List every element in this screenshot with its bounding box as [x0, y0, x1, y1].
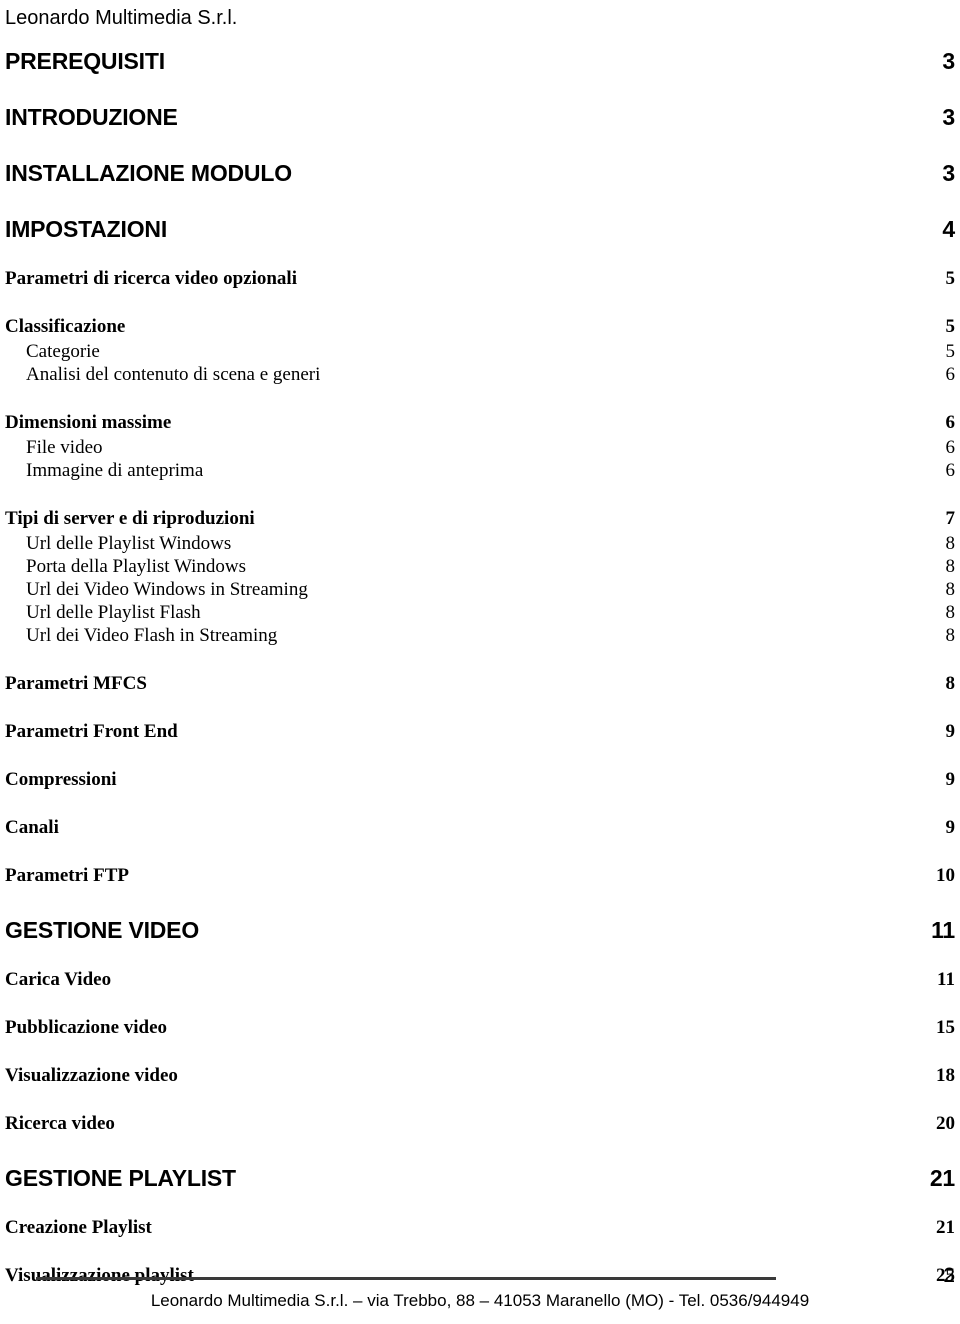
toc-entry-page-number: 8	[945, 556, 956, 577]
toc-entry-label: Url dei Video Flash in Streaming	[26, 625, 278, 646]
toc-entry-label: PREREQUISITI	[5, 48, 165, 74]
toc-entry[interactable]: Parametri FTP 10	[5, 865, 955, 887]
toc-entry-label: INTRODUZIONE	[5, 104, 178, 130]
toc-entry[interactable]: File video 6	[5, 436, 955, 459]
toc-entry-page-number: 5	[945, 341, 956, 362]
footer-page-number: 2	[943, 1264, 955, 1287]
toc-entry-label: Parametri Front End	[5, 721, 178, 742]
toc-entry-label: GESTIONE VIDEO	[5, 917, 200, 943]
toc-entry[interactable]: IMPOSTAZIONI 4	[5, 216, 955, 242]
toc-entry-label: GESTIONE PLAYLIST	[5, 1165, 236, 1191]
page-footer: 2 Leonardo Multimedia S.r.l. – via Trebb…	[0, 1228, 960, 1324]
toc-entry-page-number: 8	[945, 533, 956, 554]
table-of-contents: PREREQUISITI 3 INTRODUZIONE 3 INSTALLAZIONE …	[5, 48, 955, 1287]
toc-entry-page-number: 5	[945, 316, 956, 337]
toc-entry-label: Visualizzazione video	[5, 1065, 178, 1086]
toc-entry[interactable]: Porta della Playlist Windows 8	[5, 555, 955, 578]
toc-entry[interactable]: INTRODUZIONE 3	[5, 104, 955, 130]
toc-entry[interactable]: Url dei Video Flash in Streaming 8	[5, 624, 955, 647]
toc-entry[interactable]: Immagine di anteprima 6	[5, 459, 955, 482]
toc-entry[interactable]: Visualizzazione video 18	[5, 1065, 955, 1087]
footer-company-address: Leonardo Multimedia S.r.l. – via Trebbo,…	[150, 1291, 810, 1310]
toc-entry-label: File video	[26, 437, 103, 458]
toc-entry[interactable]: Carica Video 11	[5, 969, 955, 991]
toc-entry-label: Tipi di server e di riproduzioni	[5, 508, 255, 529]
toc-entry-label: INSTALLAZIONE MODULO	[5, 160, 292, 186]
toc-entry-page-number: 3	[942, 160, 955, 186]
toc-entry[interactable]: GESTIONE PLAYLIST 21	[5, 1165, 955, 1191]
toc-entry[interactable]: PREREQUISITI 3	[5, 48, 955, 74]
toc-entry[interactable]: Parametri di ricerca video opzionali 5	[5, 268, 955, 290]
toc-entry-page-number: 21	[929, 1165, 955, 1191]
toc-entry-label: Parametri MFCS	[5, 673, 147, 694]
toc-entry-page-number: 6	[945, 364, 956, 385]
toc-entry-page-number: 9	[945, 817, 956, 838]
toc-entry-page-number: 6	[945, 412, 956, 433]
toc-entry[interactable]: Categorie 5	[5, 340, 955, 363]
toc-entry-page-number: 8	[945, 602, 956, 623]
toc-entry-page-number: 3	[942, 104, 955, 130]
toc-entry-label: Porta della Playlist Windows	[26, 556, 247, 577]
toc-entry-page-number: 18	[936, 1065, 955, 1086]
toc-entry-label: Parametri di ricerca video opzionali	[5, 268, 297, 289]
toc-entry[interactable]: Tipi di server e di riproduzioni 7	[5, 508, 955, 530]
toc-entry-label: Canali	[5, 817, 59, 838]
toc-entry[interactable]: Classificazione 5	[5, 316, 955, 338]
toc-entry[interactable]: Analisi del contenuto di scena e generi 6	[5, 363, 955, 386]
toc-entry-page-number: 9	[945, 721, 956, 742]
toc-entry-label: Dimensioni massime	[5, 412, 172, 433]
document-page: Leonardo Multimedia S.r.l. PREREQUISITI 3…	[0, 0, 960, 1324]
toc-entry[interactable]: Parametri MFCS 8	[5, 673, 955, 695]
toc-entry-page-number: 8	[945, 579, 956, 600]
toc-entry[interactable]: Dimensioni massime 6	[5, 412, 955, 434]
toc-entry-page-number: 6	[945, 437, 956, 458]
toc-entry-label: Parametri FTP	[5, 865, 129, 886]
toc-entry-page-number: 9	[945, 769, 956, 790]
toc-entry-label: Url delle Playlist Windows	[26, 533, 232, 554]
toc-entry-page-number: 8	[945, 673, 956, 694]
toc-entry-label: IMPOSTAZIONI	[5, 216, 168, 242]
running-header-company: Leonardo Multimedia S.r.l.	[5, 7, 238, 29]
toc-entry-page-number: 15	[936, 1017, 955, 1038]
toc-entry-page-number: 8	[945, 625, 956, 646]
toc-entry-label: Analisi del contenuto di scena e generi	[26, 364, 321, 385]
toc-entry-label: Classificazione	[5, 316, 126, 337]
toc-entry-label: Carica Video	[5, 969, 112, 990]
toc-entry-label: Pubblicazione video	[5, 1017, 168, 1038]
toc-entry-label: Url delle Playlist Flash	[26, 602, 201, 623]
toc-entry[interactable]: Compressioni 9	[5, 769, 955, 791]
toc-entry[interactable]: Parametri Front End 9	[5, 721, 955, 743]
toc-entry-label: Categorie	[26, 341, 100, 362]
toc-entry[interactable]: Url dei Video Windows in Streaming 8	[5, 578, 955, 601]
toc-entry-label: Immagine di anteprima	[26, 460, 204, 481]
toc-entry-label: Compressioni	[5, 769, 117, 790]
toc-entry-page-number: 3	[942, 48, 955, 74]
toc-entry-page-number: 7	[945, 508, 956, 529]
toc-entry[interactable]: GESTIONE VIDEO 11	[5, 917, 955, 943]
toc-entry[interactable]: INSTALLAZIONE MODULO 3	[5, 160, 955, 186]
toc-entry-page-number: 11	[937, 969, 955, 990]
toc-entry-page-number: 5	[945, 268, 956, 289]
toc-entry[interactable]: Ricerca video 20	[5, 1113, 955, 1135]
toc-entry-page-number: 6	[945, 460, 956, 481]
toc-entry-page-number: 20	[936, 1113, 955, 1134]
toc-entry-page-number: 4	[942, 216, 955, 242]
toc-entry[interactable]: Pubblicazione video 15	[5, 1017, 955, 1039]
toc-entry[interactable]: Canali 9	[5, 817, 955, 839]
toc-entry[interactable]: Url delle Playlist Flash 8	[5, 601, 955, 624]
toc-entry[interactable]: Url delle Playlist Windows 8	[5, 532, 955, 555]
toc-entry-page-number: 10	[936, 865, 955, 886]
toc-entry-label: Ricerca video	[5, 1113, 115, 1134]
footer-divider	[36, 1277, 776, 1280]
toc-entry-label: Url dei Video Windows in Streaming	[26, 579, 308, 600]
toc-entry-page-number: 11	[931, 917, 955, 943]
